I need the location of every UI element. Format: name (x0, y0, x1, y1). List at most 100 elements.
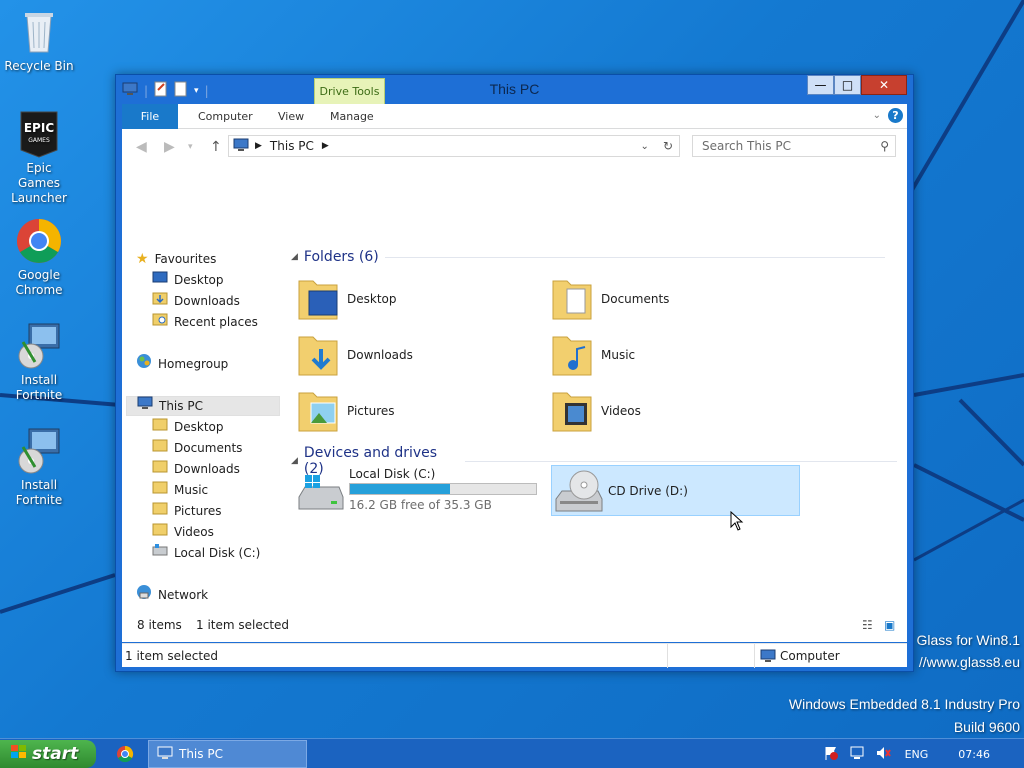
folder-item-videos[interactable]: Videos (551, 385, 641, 436)
tab-manage[interactable]: Manage (318, 104, 386, 129)
group-divider (464, 460, 897, 462)
address-bar[interactable]: ▶ This PC ▶ ⌄ ↻ (228, 135, 680, 157)
nav-fav-desktop[interactable]: Desktop (152, 270, 224, 290)
up-arrow-icon[interactable]: ↑ (210, 139, 222, 155)
computer-icon (233, 138, 249, 155)
search-placeholder: Search This PC (702, 139, 791, 153)
collapse-icon[interactable]: ◢ (291, 252, 298, 262)
disk-usage-bar (349, 483, 537, 495)
drive-icon (152, 543, 168, 563)
back-icon[interactable]: ◀ (136, 139, 147, 155)
videos-folder-icon (551, 385, 593, 436)
nav-fav-downloads[interactable]: Downloads (152, 291, 240, 311)
folder-item-downloads[interactable]: Downloads (297, 329, 413, 380)
nav-pc-local-disk[interactable]: Local Disk (C:) (152, 543, 260, 563)
nav-network[interactable]: Network (136, 585, 208, 605)
drive-item-local-disk[interactable]: Local Disk (C:) 16.2 GB free of 35.3 GB (297, 467, 547, 517)
nav-label: Downloads (174, 462, 240, 476)
desktop-icon-install-fortnite-2[interactable]: Install Fortnite (4, 427, 74, 508)
group-header-folders[interactable]: ◢ Folders (6) (291, 249, 885, 265)
recycle-bin-icon (15, 8, 63, 56)
network-status-icon[interactable] (849, 745, 865, 764)
tab-computer[interactable]: Computer (186, 104, 265, 129)
refresh-icon[interactable]: ↻ (663, 139, 673, 153)
nav-pc-videos[interactable]: Videos (152, 522, 214, 542)
folder-icon (152, 417, 168, 437)
folder-icon (152, 501, 168, 521)
desktop-folder-icon (297, 273, 339, 324)
nav-fav-recent-places[interactable]: Recent places (152, 312, 258, 332)
title-bar[interactable]: | ▾ | This PC — □ ✕ (116, 75, 913, 104)
nav-label: Music (174, 483, 209, 497)
tab-view[interactable]: View (266, 104, 316, 129)
recent-chevron-icon[interactable]: ▾ (188, 142, 193, 152)
start-button[interactable]: start (0, 740, 96, 768)
collapse-icon[interactable]: ◢ (291, 456, 298, 466)
chrome-icon[interactable] (116, 745, 134, 766)
volume-muted-icon[interactable] (875, 745, 891, 764)
breadcrumb-separator-icon[interactable]: ▶ (322, 141, 329, 151)
desktop-icon-install-fortnite-1[interactable]: Install Fortnite (4, 322, 74, 403)
desktop-icon-label: Install Fortnite (15, 478, 63, 507)
folder-item-documents[interactable]: Documents (551, 273, 669, 324)
desktop-icon-label: Google Chrome (15, 268, 63, 297)
nav-pc-downloads[interactable]: Downloads (152, 459, 240, 479)
desktop-icon-recycle-bin[interactable]: Recycle Bin (4, 8, 74, 74)
maximize-button[interactable]: □ (834, 75, 861, 95)
desktop-icon-google-chrome[interactable]: Google Chrome (4, 217, 74, 298)
search-icon[interactable]: ⚲ (880, 136, 889, 156)
language-indicator[interactable]: ENG (905, 748, 929, 761)
breadcrumb-separator-icon[interactable]: ▶ (255, 141, 262, 151)
taskbar-item-this-pc[interactable]: This PC (148, 740, 307, 768)
nav-label: Desktop (174, 420, 224, 434)
details-view-icon[interactable]: ☷ (862, 618, 873, 632)
drive-name: Local Disk (C:) (349, 467, 436, 481)
nav-label: This PC (159, 399, 203, 413)
local-disk-details: Local Disk (C:) 16.2 GB free of 35.3 GB (349, 467, 537, 512)
nav-pc-desktop[interactable]: Desktop (152, 417, 224, 437)
downloads-folder-icon (297, 329, 339, 380)
music-folder-icon (551, 329, 593, 380)
search-input[interactable]: Search This PC ⚲ (692, 135, 896, 157)
documents-folder-icon (551, 273, 593, 324)
nav-label: Homegroup (158, 357, 229, 371)
folder-item-pictures[interactable]: Pictures (297, 385, 395, 436)
minimize-button[interactable]: — (807, 75, 834, 95)
nav-homegroup[interactable]: Homegroup (136, 354, 228, 374)
details-bar: 1 item selected Computer (122, 643, 907, 668)
details-location: Computer (780, 649, 840, 663)
desktop-icon-label: Install Fortnite (15, 373, 63, 402)
desktop-icon-label: Recycle Bin (4, 59, 74, 73)
forward-icon[interactable]: ▶ (164, 139, 175, 155)
status-item-count: 8 items (137, 618, 182, 632)
disk-usage-fill (350, 484, 451, 494)
installer-icon (15, 427, 63, 475)
divider (754, 644, 755, 668)
chrome-icon (15, 217, 63, 265)
tab-file[interactable]: File (122, 104, 178, 129)
watermark-line: Build 9600 (953, 719, 1020, 735)
downloads-folder-icon (152, 291, 168, 311)
folder-icon (152, 480, 168, 500)
clock[interactable]: 07:46 (958, 748, 990, 761)
drive-item-cd-drive[interactable]: CD Drive (D:) (551, 465, 800, 516)
nav-pc-pictures[interactable]: Pictures (152, 501, 222, 521)
computer-icon (137, 396, 153, 416)
folder-label: Music (601, 347, 636, 362)
desktop-icon-epic-games[interactable]: EPIC GAMES Epic Games Launcher (4, 110, 74, 206)
nav-pc-music[interactable]: Music (152, 480, 208, 500)
folder-label: Downloads (347, 347, 413, 362)
nav-pc-documents[interactable]: Documents (152, 438, 242, 458)
help-icon[interactable]: ? (888, 108, 903, 123)
folder-item-music[interactable]: Music (551, 329, 635, 380)
action-center-flag-icon[interactable] (823, 745, 839, 764)
nav-this-pc[interactable]: This PC (126, 396, 280, 416)
breadcrumb-this-pc[interactable]: This PC (270, 139, 314, 153)
ribbon-expand-icon[interactable]: ⌄ (873, 110, 881, 121)
address-dropdown-icon[interactable]: ⌄ (641, 141, 649, 152)
folder-item-desktop[interactable]: Desktop (297, 273, 397, 324)
nav-favourites[interactable]: ★ Favourites (136, 249, 216, 269)
close-button[interactable]: ✕ (861, 75, 907, 95)
nav-label: Recent places (174, 315, 258, 329)
large-icons-view-icon[interactable]: ▣ (884, 618, 895, 632)
